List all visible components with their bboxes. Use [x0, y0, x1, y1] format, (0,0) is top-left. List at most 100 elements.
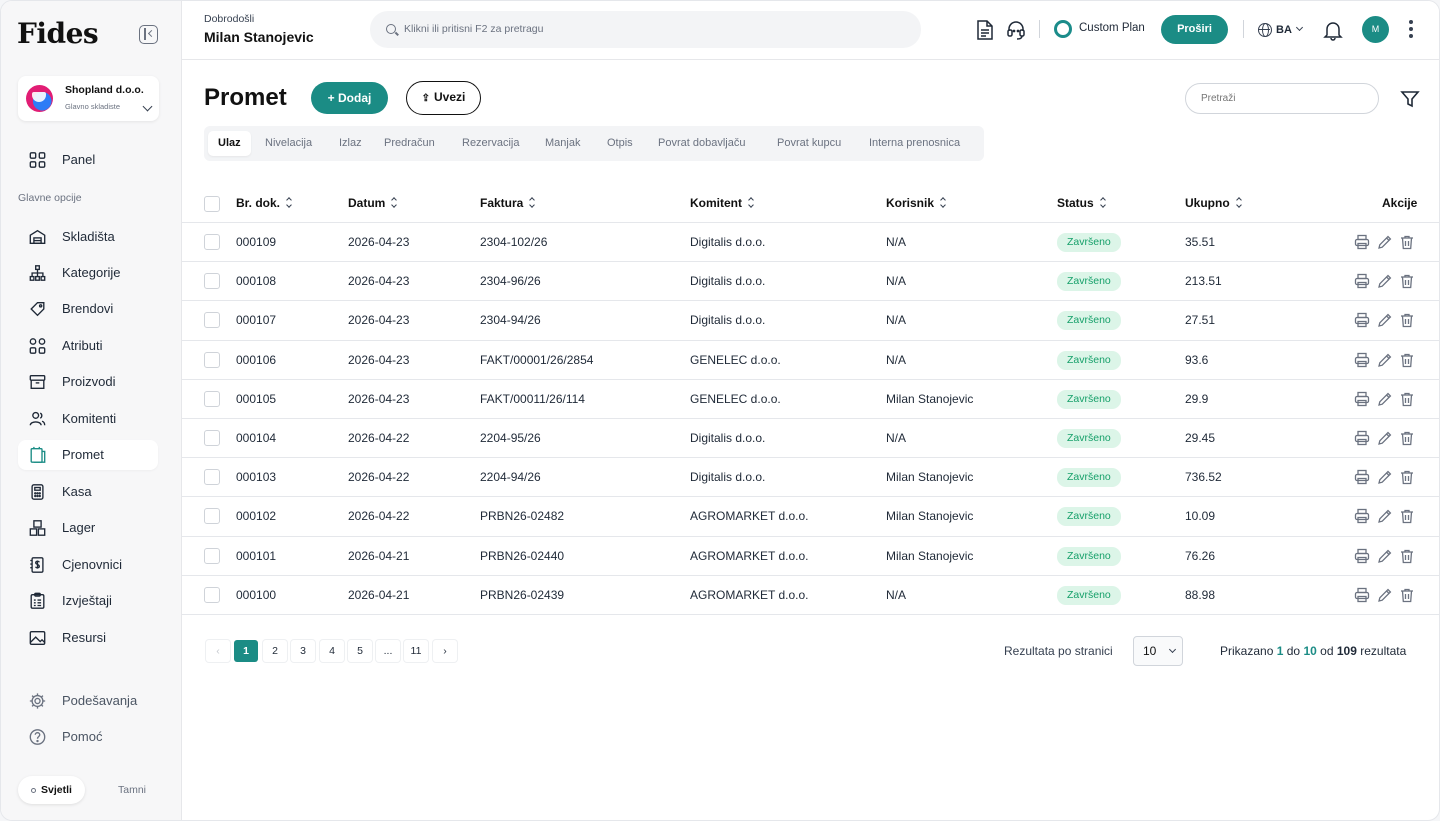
- prev-page-button[interactable]: ‹: [206, 640, 230, 662]
- theme-dark-button[interactable]: Tamni: [118, 776, 146, 804]
- sidebar-item-komitenti[interactable]: Komitenti: [18, 404, 158, 434]
- print-icon[interactable]: [1354, 430, 1370, 446]
- sidebar-item-resursi[interactable]: Resursi: [18, 623, 158, 653]
- tab-manjak[interactable]: Manjak: [545, 131, 580, 156]
- table-row[interactable]: 000106 2026-04-23 FAKT/00001/26/2854 GENELE…: [182, 341, 1439, 380]
- delete-icon[interactable]: [1399, 587, 1415, 603]
- sidebar-item-skladista[interactable]: Skladišta: [18, 222, 158, 252]
- print-icon[interactable]: [1354, 587, 1370, 603]
- global-search-input[interactable]: Klikni ili pritisni F2 za pretragu: [370, 11, 921, 48]
- edit-icon[interactable]: [1377, 273, 1393, 289]
- collapse-sidebar-icon[interactable]: [139, 25, 158, 44]
- table-row[interactable]: 000104 2026-04-22 2204-95/26 Digitalis d.o.…: [182, 419, 1439, 459]
- tab-povrat-dobavljacu[interactable]: Povrat dobavljaču: [658, 131, 745, 156]
- delete-icon[interactable]: [1399, 352, 1415, 368]
- sidebar-item-promet[interactable]: Promet: [18, 440, 158, 470]
- page-button-3[interactable]: 3: [291, 640, 315, 662]
- print-icon[interactable]: [1354, 391, 1370, 407]
- row-checkbox[interactable]: [204, 469, 220, 486]
- delete-icon[interactable]: [1399, 234, 1415, 250]
- company-selector[interactable]: Shopland d.o.o. Glavno skladiste: [18, 76, 159, 121]
- sidebar-item-kasa[interactable]: Kasa: [18, 477, 158, 507]
- column-header-date[interactable]: Datum: [348, 196, 399, 210]
- language-selector[interactable]: BA: [1258, 21, 1303, 39]
- delete-icon[interactable]: [1399, 548, 1415, 564]
- per-page-select[interactable]: 10: [1133, 636, 1183, 666]
- sidebar-item-proizvodi[interactable]: Proizvodi: [18, 367, 158, 397]
- edit-icon[interactable]: [1377, 312, 1393, 328]
- row-checkbox[interactable]: [204, 508, 220, 525]
- print-icon[interactable]: [1354, 312, 1370, 328]
- table-row[interactable]: 000105 2026-04-23 FAKT/00011/26/114 GENELEC…: [182, 380, 1439, 419]
- edit-icon[interactable]: [1377, 469, 1393, 485]
- print-icon[interactable]: [1354, 469, 1370, 485]
- table-row[interactable]: 000107 2026-04-23 2304-94/26 Digitalis d.o.…: [182, 301, 1439, 341]
- delete-icon[interactable]: [1399, 430, 1415, 446]
- row-checkbox[interactable]: [204, 390, 220, 407]
- row-checkbox[interactable]: [204, 429, 220, 446]
- edit-icon[interactable]: [1377, 430, 1393, 446]
- page-button-4[interactable]: 4: [320, 640, 344, 662]
- tab-nivelacija[interactable]: Nivelacija: [265, 131, 312, 156]
- table-search-input[interactable]: [1185, 83, 1379, 114]
- document-icon[interactable]: [975, 19, 995, 41]
- column-header-invoice[interactable]: Faktura: [480, 196, 537, 210]
- table-row[interactable]: 000108 2026-04-23 2304-96/26 Digitalis d.o.…: [182, 262, 1439, 302]
- delete-icon[interactable]: [1399, 273, 1415, 289]
- delete-icon[interactable]: [1399, 312, 1415, 328]
- print-icon[interactable]: [1354, 508, 1370, 524]
- edit-icon[interactable]: [1377, 391, 1393, 407]
- row-checkbox[interactable]: [204, 351, 220, 368]
- sidebar-item-settings[interactable]: Podešavanja: [18, 686, 158, 716]
- delete-icon[interactable]: [1399, 469, 1415, 485]
- select-all-checkbox[interactable]: [204, 196, 220, 212]
- print-icon[interactable]: [1354, 234, 1370, 250]
- sidebar-item-help[interactable]: Pomoć: [18, 722, 158, 752]
- page-button-2[interactable]: 2: [263, 640, 287, 662]
- column-header-client[interactable]: Komitent: [690, 196, 756, 210]
- import-button[interactable]: ⇪ Uvezi: [406, 81, 481, 115]
- tab-rezervacija[interactable]: Rezervacija: [462, 131, 519, 156]
- edit-icon[interactable]: [1377, 352, 1393, 368]
- sidebar-item-izvjestaji[interactable]: Izvještaji: [18, 586, 158, 616]
- sidebar-item-panel[interactable]: Panel: [18, 145, 158, 175]
- table-row[interactable]: 000103 2026-04-22 2204-94/26 Digitalis d.o.…: [182, 458, 1439, 498]
- upgrade-button[interactable]: Proširi: [1161, 15, 1228, 44]
- page-button-5[interactable]: 5: [348, 640, 372, 662]
- tab-povrat-kupcu[interactable]: Povrat kupcu: [777, 131, 841, 156]
- row-checkbox[interactable]: [204, 547, 220, 564]
- print-icon[interactable]: [1354, 548, 1370, 564]
- print-icon[interactable]: [1354, 352, 1370, 368]
- table-row[interactable]: 000102 2026-04-22 PRBN26-02482 AGROMARKET d…: [182, 497, 1439, 537]
- bell-icon[interactable]: [1323, 19, 1343, 41]
- row-checkbox[interactable]: [204, 586, 220, 603]
- edit-icon[interactable]: [1377, 234, 1393, 250]
- tab-ulaz[interactable]: Ulaz: [208, 131, 251, 156]
- tab-predracun[interactable]: Predračun: [384, 131, 435, 156]
- delete-icon[interactable]: [1399, 391, 1415, 407]
- column-header-status[interactable]: Status: [1057, 196, 1108, 210]
- filter-icon[interactable]: [1400, 89, 1420, 109]
- sidebar-item-kategorije[interactable]: Kategorije: [18, 258, 158, 288]
- table-row[interactable]: 000100 2026-04-21 PRBN26-02439 AGROMARKET d…: [182, 576, 1439, 615]
- tab-izlaz[interactable]: Izlaz: [339, 131, 362, 156]
- table-row[interactable]: 000101 2026-04-21 PRBN26-02440 AGROMARKET d…: [182, 537, 1439, 576]
- more-menu-icon[interactable]: [1409, 20, 1413, 38]
- sidebar-item-cjenovnici[interactable]: Cjenovnici: [18, 550, 158, 580]
- theme-light-button[interactable]: Svjetli: [18, 776, 85, 804]
- next-page-button[interactable]: ›: [433, 640, 457, 662]
- column-header-doc[interactable]: Br. dok.: [236, 196, 294, 210]
- row-checkbox[interactable]: [204, 312, 220, 329]
- edit-icon[interactable]: [1377, 587, 1393, 603]
- edit-icon[interactable]: [1377, 508, 1393, 524]
- sidebar-item-brendovi[interactable]: Brendovi: [18, 294, 158, 324]
- page-button-11[interactable]: 11: [404, 640, 428, 662]
- row-checkbox[interactable]: [204, 234, 220, 250]
- row-checkbox[interactable]: [204, 273, 220, 290]
- headset-icon[interactable]: [1006, 19, 1026, 41]
- delete-icon[interactable]: [1399, 508, 1415, 524]
- add-button[interactable]: + Dodaj: [311, 82, 388, 114]
- print-icon[interactable]: [1354, 273, 1370, 289]
- page-button-1[interactable]: 1: [234, 640, 258, 662]
- column-header-total[interactable]: Ukupno: [1185, 196, 1244, 210]
